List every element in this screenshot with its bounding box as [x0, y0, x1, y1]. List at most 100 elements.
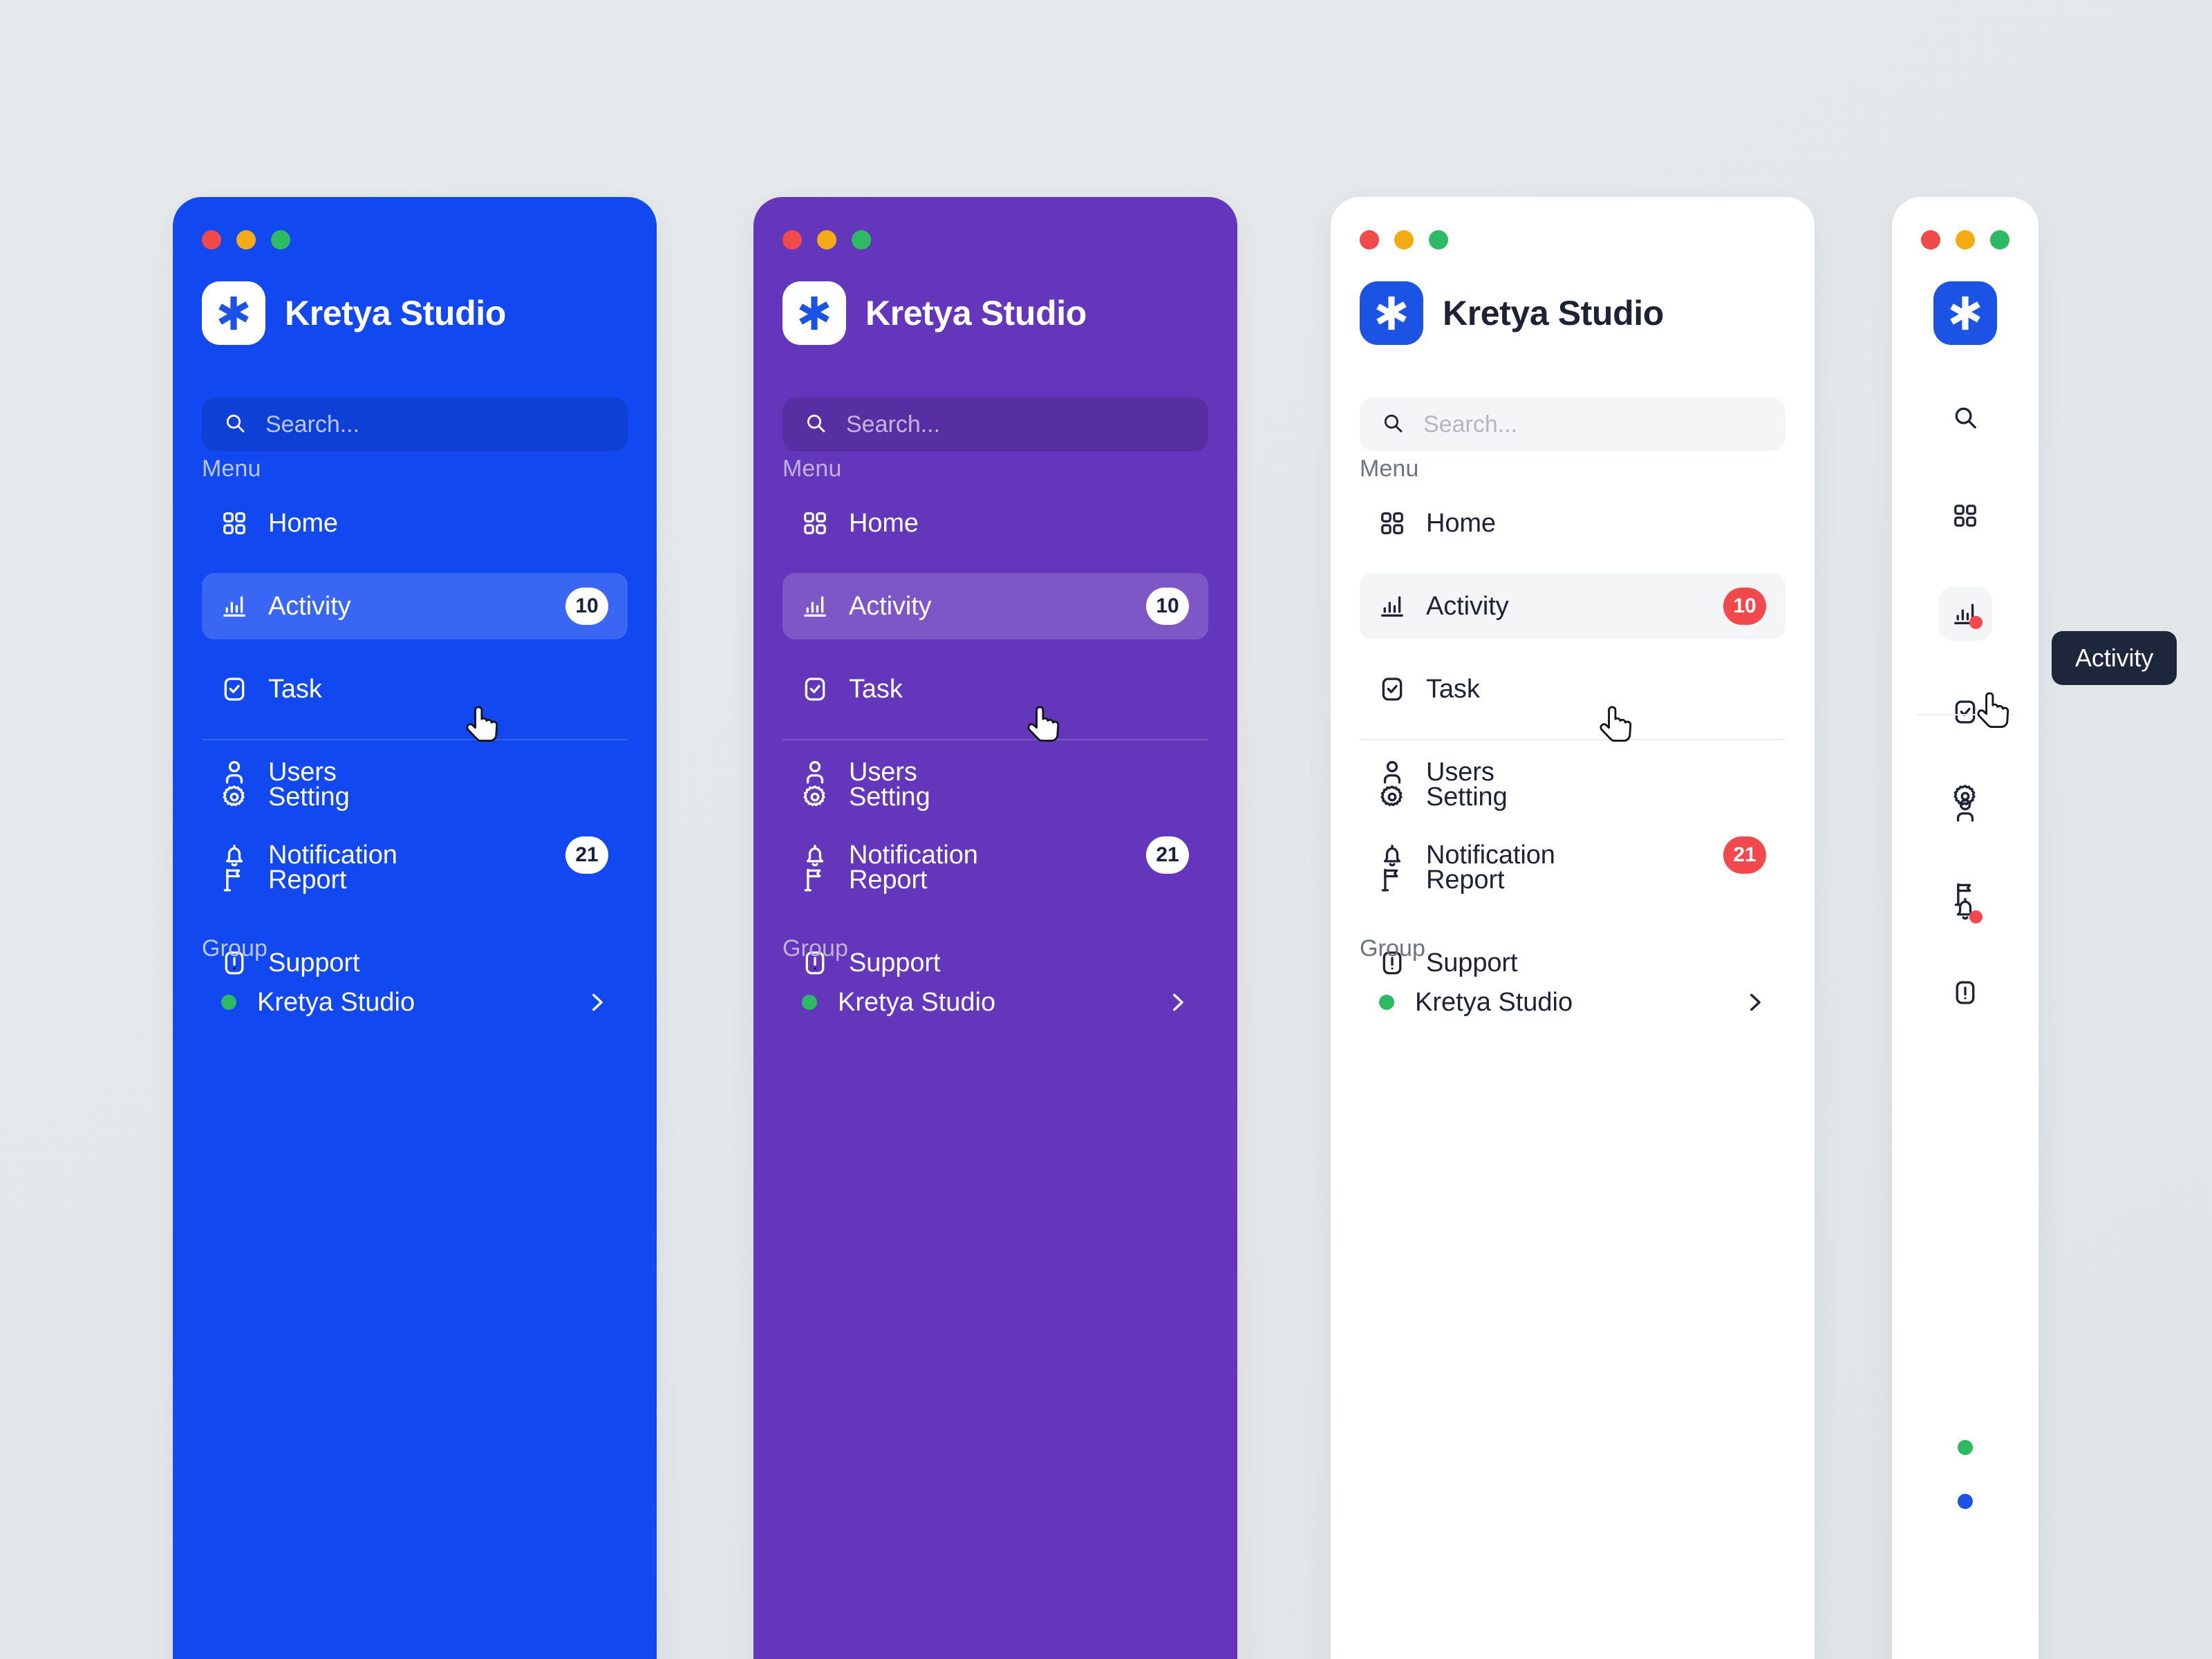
sidebar-item-setting[interactable]: Setting: [202, 764, 628, 830]
alert-icon: [1952, 980, 1978, 1006]
sidebar-item-activity[interactable]: Activity 10: [202, 573, 628, 639]
sidebar-item-task[interactable]: Task: [202, 656, 628, 722]
close-button[interactable]: [202, 230, 221, 250]
rail-status-dot-green[interactable]: [1892, 1421, 2038, 1474]
check-square-icon: [221, 676, 247, 702]
sidebar-item-label: Setting: [1426, 782, 1508, 812]
sidebar-item-label: Home: [849, 508, 919, 538]
status-badge: 10: [565, 588, 608, 625]
search-placeholder: Search...: [846, 411, 941, 438]
search-input[interactable]: Search...: [1360, 397, 1785, 451]
rail-item-home[interactable]: [1892, 489, 2038, 543]
sidebar-item-home[interactable]: Home: [202, 490, 628, 556]
bar-chart-icon: [1379, 593, 1405, 619]
chevron-right-icon: [1165, 991, 1189, 1014]
maximize-button[interactable]: [852, 230, 871, 250]
sidebar-item-label: Setting: [268, 782, 350, 812]
brand[interactable]: [1892, 281, 2038, 345]
search-icon: [1382, 412, 1404, 438]
gear-icon: [221, 784, 247, 810]
check-square-icon: [1952, 699, 1978, 725]
sidebar-item-report[interactable]: Report: [782, 847, 1208, 913]
maximize-button[interactable]: [1990, 230, 2009, 250]
sidebar-item-task[interactable]: Task: [1360, 656, 1785, 722]
search-placeholder: Search...: [265, 411, 360, 438]
minimize-button[interactable]: [1956, 230, 1975, 250]
status-dot-icon: [1958, 1494, 1973, 1509]
status-dot-icon: [802, 995, 817, 1010]
group-item-kretya-studio[interactable]: Kretya Studio: [1360, 973, 1785, 1032]
flag-icon: [221, 867, 247, 893]
close-button[interactable]: [1921, 230, 1940, 250]
brand[interactable]: Kretya Studio: [202, 281, 506, 345]
window-controls: [782, 230, 871, 250]
rail-secondary-icon-list: [1892, 769, 2038, 1020]
group-item-kretya-studio[interactable]: Kretya Studio: [202, 973, 628, 1032]
section-label-menu: Menu: [782, 456, 842, 482]
grid-icon: [1379, 510, 1405, 536]
group-item-kretya-studio[interactable]: Kretya Studio: [782, 973, 1208, 1032]
brand[interactable]: Kretya Studio: [1360, 281, 1664, 345]
flag-icon: [1952, 881, 1978, 908]
section-label-menu: Menu: [202, 456, 261, 482]
minimize-button[interactable]: [1394, 230, 1414, 250]
rail-item-task[interactable]: [1892, 685, 2038, 739]
sidebar-panel-light: Kretya Studio Search... Menu Home Activi…: [1331, 197, 1815, 1659]
sidebar-panel-purple: Kretya Studio Search... Menu Home Activi…: [753, 197, 1237, 1659]
search-input[interactable]: Search...: [782, 397, 1208, 451]
status-dot-icon: [1958, 1440, 1973, 1455]
asterisk-logo-icon: [1360, 281, 1423, 345]
check-square-icon: [802, 676, 828, 702]
close-button[interactable]: [1360, 230, 1379, 250]
sidebar-item-label: Activity: [849, 591, 932, 621]
sidebar-item-report[interactable]: Report: [202, 847, 628, 913]
minimize-button[interactable]: [236, 230, 256, 250]
search-input[interactable]: Search...: [202, 397, 628, 451]
sidebar-item-setting[interactable]: Setting: [782, 764, 1208, 830]
check-square-icon: [1379, 676, 1405, 702]
maximize-button[interactable]: [271, 230, 290, 250]
sidebar-item-setting[interactable]: Setting: [1360, 764, 1785, 830]
divider: [1360, 739, 1785, 740]
divider: [1917, 714, 2014, 715]
sidebar-item-label: Report: [1426, 865, 1505, 894]
gear-icon: [1952, 783, 1978, 809]
flag-icon: [1379, 867, 1405, 893]
rail-status-dots: [1892, 1421, 2038, 1528]
group-item-label: Kretya Studio: [257, 987, 415, 1017]
grid-icon: [802, 510, 828, 536]
rail-item-search[interactable]: [1892, 391, 2038, 444]
sidebar-item-home[interactable]: Home: [782, 490, 1208, 556]
sidebar-item-label: Report: [268, 865, 347, 894]
close-button[interactable]: [782, 230, 802, 250]
minimize-button[interactable]: [817, 230, 836, 250]
rail-item-support[interactable]: [1892, 966, 2038, 1020]
sidebar-item-label: Activity: [1426, 591, 1509, 621]
sidebar-item-task[interactable]: Task: [782, 656, 1208, 722]
sidebar-item-activity[interactable]: Activity 10: [1360, 573, 1785, 639]
maximize-button[interactable]: [1429, 230, 1448, 250]
group-item-label: Kretya Studio: [1415, 987, 1573, 1017]
search-placeholder: Search...: [1423, 411, 1518, 438]
flag-icon: [802, 867, 828, 893]
status-badge: 10: [1146, 588, 1189, 625]
sidebar-item-label: Report: [849, 865, 928, 894]
asterisk-logo-icon: [1933, 281, 1997, 345]
bar-chart-icon: [221, 593, 247, 619]
notification-dot-icon: [1969, 616, 1983, 629]
rail-item-activity[interactable]: [1892, 587, 2038, 641]
rail-status-dot-blue[interactable]: [1892, 1474, 2038, 1528]
rail-item-report[interactable]: [1892, 868, 2038, 921]
screenshot-canvas: Kretya Studio Search... Menu Home Activi…: [0, 0, 2212, 1659]
asterisk-logo-icon: [782, 281, 846, 345]
sidebar-item-home[interactable]: Home: [1360, 490, 1785, 556]
sidebar-item-activity[interactable]: Activity 10: [782, 573, 1208, 639]
search-icon: [224, 412, 246, 438]
rail-item-setting[interactable]: [1892, 769, 2038, 823]
sidebar-panel-blue: Kretya Studio Search... Menu Home Activi…: [173, 197, 657, 1659]
brand[interactable]: Kretya Studio: [782, 281, 1087, 345]
status-dot-icon: [221, 995, 236, 1010]
sidebar-item-report[interactable]: Report: [1360, 847, 1785, 913]
gear-icon: [1379, 784, 1405, 810]
